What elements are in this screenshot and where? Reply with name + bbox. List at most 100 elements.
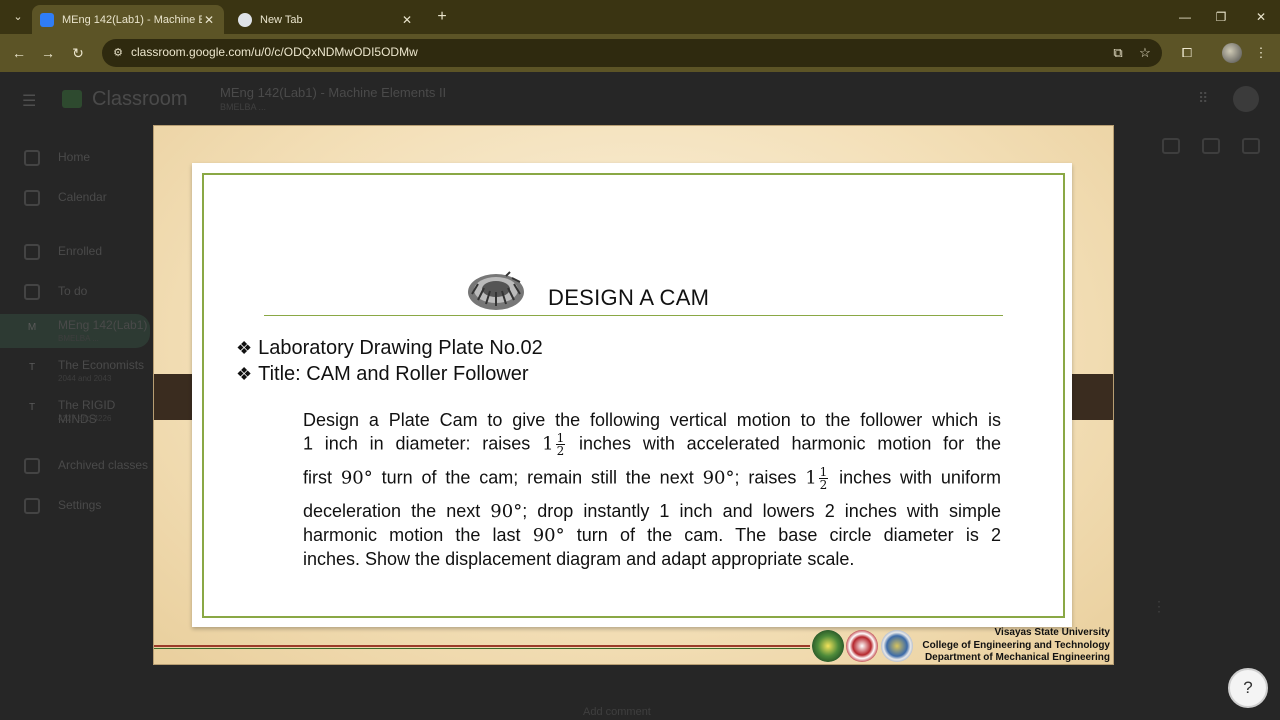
bullet-plate-number: ❖ Laboratory Drawing Plate No.02 (236, 337, 543, 360)
classroom-logo-icon (62, 90, 82, 108)
sidebar-item-label: Calendar (58, 190, 107, 204)
classroom-app-name[interactable]: Classroom (92, 88, 188, 111)
body-text: turn of the cam. The base circle diamete… (576, 525, 1001, 545)
body-line: Design a Plate Cam to give the following… (303, 410, 1001, 430)
angle-value: 90° (340, 467, 373, 489)
sidebar-item-economists[interactable]: T The Economists 2044 and 2043 (0, 354, 150, 388)
calendar-icon (24, 190, 40, 206)
browser-toolbar: ← → ↻ ⚙ classroom.google.com/u/0/c/ODQxN… (0, 34, 1280, 72)
body-line: deceleration the next 90°; drop instantl… (303, 501, 1001, 522)
close-window-icon[interactable]: ✕ (1250, 8, 1272, 26)
maximize-icon[interactable]: ❐ (1210, 8, 1232, 26)
more-options-icon[interactable]: ⋮ (1152, 598, 1166, 615)
profile-avatar[interactable] (1222, 43, 1242, 63)
sidebar-item-sub: 2044 and 2043 (58, 374, 112, 383)
browser-tab-bar: ⌄ MEng 142(Lab1) - Machine Elem ✕ New Ta… (0, 0, 1280, 34)
angle-value: 90° (702, 467, 735, 489)
footer-rule (154, 648, 810, 649)
fraction: 12 (818, 466, 829, 492)
body-line: inches. Show the displacement diagram an… (303, 549, 855, 569)
sidebar-item-meng142[interactable]: M MEng 142(Lab1) BMELBA ... (0, 314, 150, 348)
university-seal-icon (812, 630, 844, 662)
body-text: first (303, 467, 332, 488)
archive-icon (24, 458, 40, 474)
class-avatar: M (27, 322, 37, 333)
class-avatar: T (28, 362, 36, 373)
footer-rule (154, 645, 810, 647)
minimize-icon[interactable]: — (1174, 8, 1196, 26)
mixed-number-whole: 1 (805, 467, 817, 489)
institution-department: Department of Mechanical Engineering (924, 652, 1110, 663)
mixed-number-whole: 1 (542, 433, 554, 455)
reload-icon[interactable]: ↻ (67, 42, 89, 64)
angle-value: 90° (490, 501, 523, 522)
new-tab-icon[interactable]: + (432, 7, 452, 27)
site-settings-icon[interactable]: ⚙ (110, 45, 126, 61)
bullet-text: Title: CAM and Roller Follower (258, 363, 529, 385)
sidebar-item-rigid-minds[interactable]: T The RIGID MINDS 4227 and 4226 (0, 394, 150, 428)
body-line: first 90° turn of the cam; remain still … (303, 466, 1001, 491)
url-text[interactable]: classroom.google.com/u/0/c/ODQxNDMwODI5O… (131, 45, 418, 59)
sidebar-item-calendar[interactable]: Calendar (0, 184, 150, 212)
body-text: deceleration the next (303, 501, 481, 521)
sidebar-item-label: Archived classes (58, 458, 149, 472)
meet-icon[interactable] (1162, 138, 1180, 154)
breadcrumb-sub: BMELBA ... (220, 102, 267, 112)
tab-title: MEng 142(Lab1) - Machine Elem (62, 13, 202, 26)
slide-title: DESIGN A CAM (548, 285, 710, 310)
close-tab-icon[interactable]: ✕ (202, 13, 216, 27)
sidebar-item-todo[interactable]: To do (0, 278, 150, 306)
bullet-text: Laboratory Drawing Plate No.02 (258, 337, 543, 359)
back-icon[interactable]: ← (8, 42, 30, 64)
fraction: 12 (555, 432, 566, 457)
diamond-bullet-icon: ❖ (236, 364, 253, 384)
sidebar-item-label: The Economists (58, 358, 145, 372)
sidebar-item-archived[interactable]: Archived classes (0, 452, 150, 480)
calendar-icon[interactable] (1202, 138, 1220, 154)
sidebar-item-enrolled[interactable]: Enrolled (0, 238, 150, 266)
todo-icon (24, 284, 40, 300)
fraction-denominator: 2 (819, 478, 828, 492)
institution-university: Visayas State University (994, 627, 1110, 638)
apps-grid-icon[interactable]: ⠿ (1198, 90, 1214, 106)
help-icon[interactable]: ? (1228, 668, 1268, 708)
install-app-icon[interactable]: ⧉ (1110, 45, 1126, 61)
sidebar-item-label: MEng 142(Lab1) (58, 318, 148, 332)
sidebar-item-sub: 4227 and 4226 (58, 414, 112, 423)
body-text: inches with uniform (839, 467, 1001, 488)
tab-new-tab[interactable]: New Tab ✕ (230, 5, 422, 34)
add-comment-link[interactable]: Add comment (583, 706, 651, 718)
diamond-bullet-icon: ❖ (236, 338, 253, 358)
sidebar-item-settings[interactable]: Settings (0, 492, 150, 520)
bullet-title: ❖ Title: CAM and Roller Follower (236, 363, 529, 386)
forward-icon[interactable]: → (37, 42, 59, 64)
tab-title: New Tab (260, 13, 303, 26)
body-text: turn of the cam; remain still the next (381, 467, 694, 488)
title-underline (264, 315, 1003, 316)
body-text: 1 inch in diameter: raises (303, 433, 531, 454)
address-bar[interactable]: ⚙ classroom.google.com/u/0/c/ODQxNDMwODI… (102, 39, 1162, 67)
enrolled-icon (24, 244, 40, 260)
body-line: harmonic motion the last 90° turn of the… (303, 525, 1001, 546)
extensions-icon[interactable]: ⧠ (1176, 42, 1198, 64)
tab-search-icon[interactable]: ⌄ (8, 7, 28, 27)
body-line: 1 inch in diameter: raises 112 inches wi… (303, 432, 1001, 457)
tab-classroom[interactable]: MEng 142(Lab1) - Machine Elem ✕ (32, 5, 224, 34)
hamburger-menu-icon[interactable]: ☰ (22, 91, 36, 111)
settings-icon (24, 498, 40, 514)
body-text: harmonic motion the last (303, 525, 521, 545)
department-seal-icon (881, 630, 913, 662)
angle-value: 90° (532, 525, 565, 546)
sidebar-item-label: To do (58, 284, 88, 298)
bookmark-star-icon[interactable]: ☆ (1137, 45, 1153, 61)
bevel-gear-icon (468, 271, 524, 310)
close-tab-icon[interactable]: ✕ (400, 13, 414, 27)
sidebar-item-home[interactable]: Home (0, 144, 150, 172)
sidebar-item-label: Settings (58, 498, 102, 512)
drive-icon[interactable] (1242, 138, 1260, 154)
breadcrumb[interactable]: MEng 142(Lab1) - Machine Elements II (220, 85, 446, 100)
account-avatar[interactable] (1233, 86, 1259, 112)
class-avatar: T (28, 402, 36, 413)
chrome-menu-icon[interactable]: ⋮ (1250, 42, 1272, 64)
sidebar-item-label: Home (58, 150, 91, 164)
